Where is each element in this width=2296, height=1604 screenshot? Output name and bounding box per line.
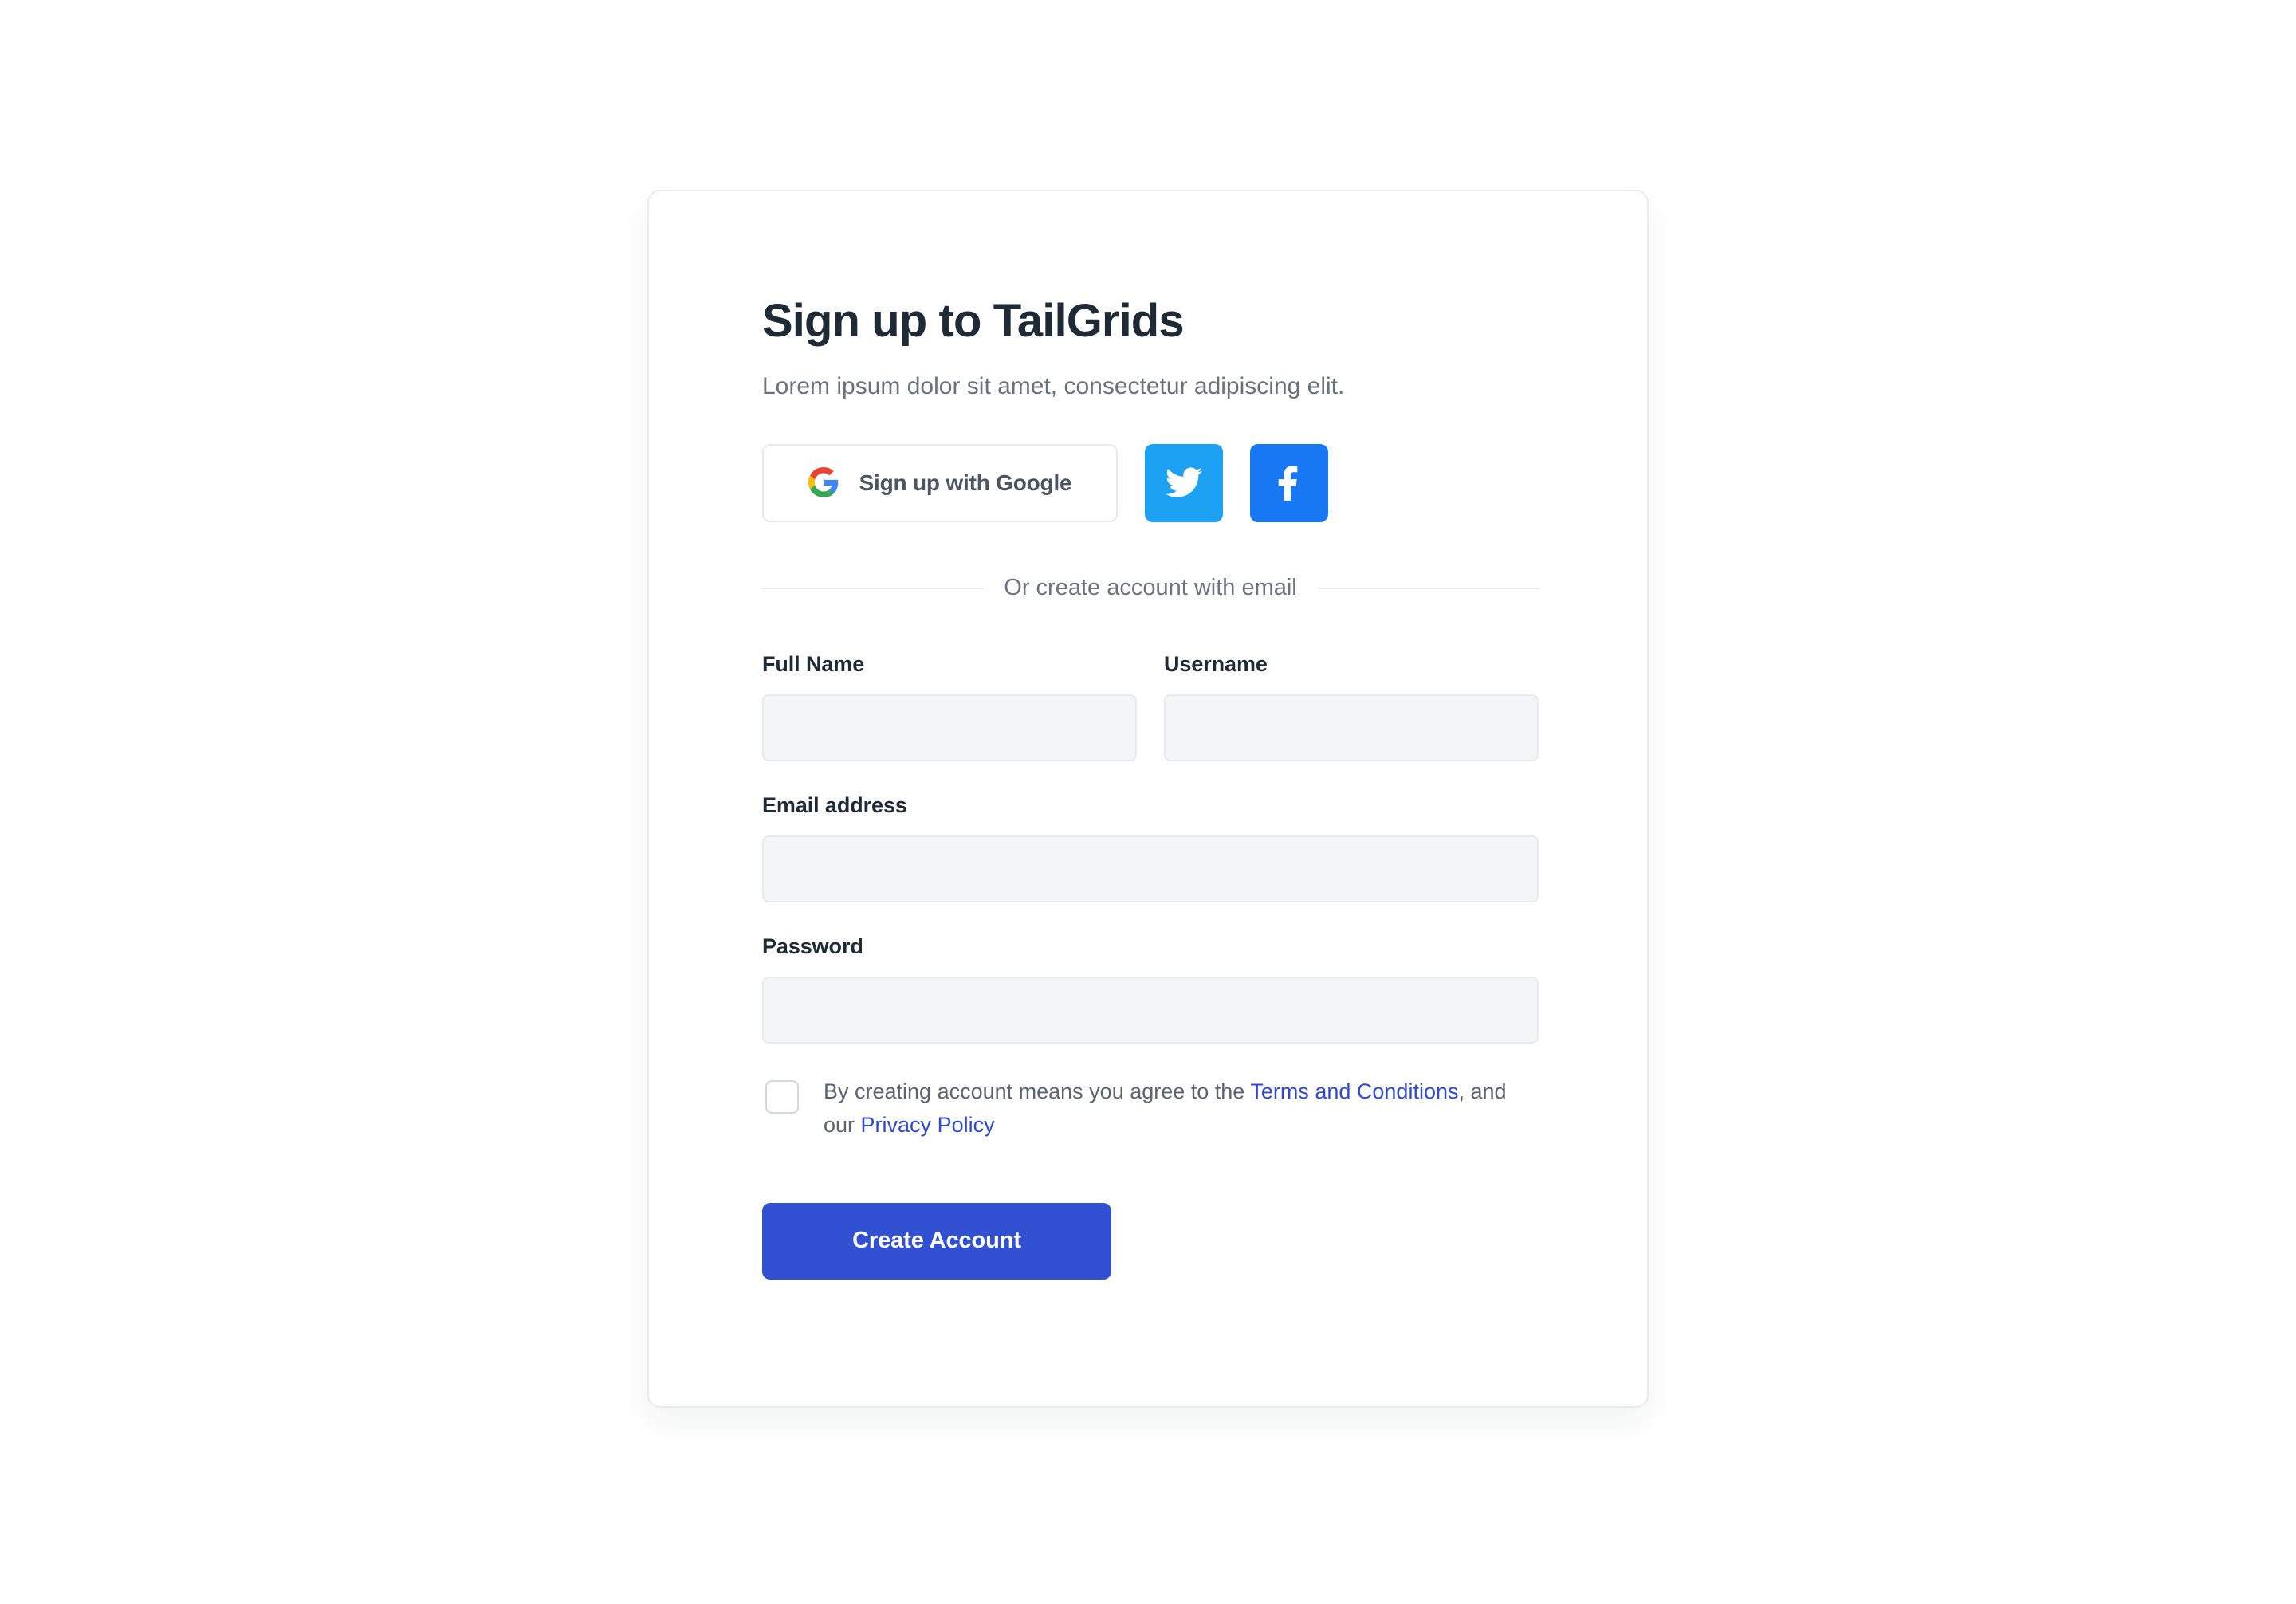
username-input[interactable] — [1164, 694, 1539, 762]
terms-agreement-row: By creating account means you agree to t… — [762, 1075, 1539, 1142]
terms-text: By creating account means you agree to t… — [824, 1075, 1539, 1142]
signup-with-facebook-button[interactable] — [1250, 444, 1328, 523]
full-name-input[interactable] — [762, 694, 1137, 762]
google-icon — [808, 466, 839, 500]
email-label: Email address — [762, 793, 907, 818]
privacy-policy-link[interactable]: Privacy Policy — [861, 1113, 995, 1137]
page-subtitle: Lorem ipsum dolor sit amet, consectetur … — [762, 372, 1345, 399]
social-signup-row: Sign up with Google — [762, 444, 1539, 523]
terms-checkbox[interactable] — [765, 1080, 799, 1115]
signup-card: Sign up to TailGrids Lorem ipsum dolor s… — [647, 190, 1649, 1408]
password-label: Password — [762, 934, 863, 959]
terms-text-before: By creating account means you agree to t… — [824, 1079, 1245, 1104]
name-username-row: Full Name Username — [762, 652, 1539, 793]
divider: Or create account with email — [762, 575, 1539, 601]
password-input[interactable] — [762, 977, 1539, 1044]
google-button-label: Sign up with Google — [859, 470, 1072, 496]
twitter-icon — [1165, 464, 1202, 503]
terms-and-conditions-link[interactable]: Terms and Conditions — [1250, 1079, 1458, 1103]
email-input[interactable] — [762, 835, 1539, 903]
signup-form: Full Name Username Email address Passwor… — [762, 652, 1539, 1280]
page-root: Sign up to TailGrids Lorem ipsum dolor s… — [0, 0, 2296, 1604]
username-field-group: Username — [1164, 652, 1539, 762]
divider-label: Or create account with email — [1004, 575, 1297, 601]
signup-with-google-button[interactable]: Sign up with Google — [762, 444, 1118, 523]
password-field-group: Password — [762, 934, 1539, 1044]
username-label: Username — [1164, 652, 1268, 677]
divider-line-right — [1317, 587, 1539, 589]
full-name-field-group: Full Name — [762, 652, 1137, 762]
create-account-button[interactable]: Create Account — [762, 1202, 1111, 1280]
divider-line-left — [762, 587, 984, 589]
facebook-icon — [1271, 464, 1307, 503]
page-title: Sign up to TailGrids — [762, 295, 1185, 347]
email-field-group: Email address — [762, 793, 1539, 903]
card-content: Sign up to TailGrids Lorem ipsum dolor s… — [762, 295, 1539, 1280]
signup-with-twitter-button[interactable] — [1145, 444, 1223, 523]
full-name-label: Full Name — [762, 652, 865, 677]
